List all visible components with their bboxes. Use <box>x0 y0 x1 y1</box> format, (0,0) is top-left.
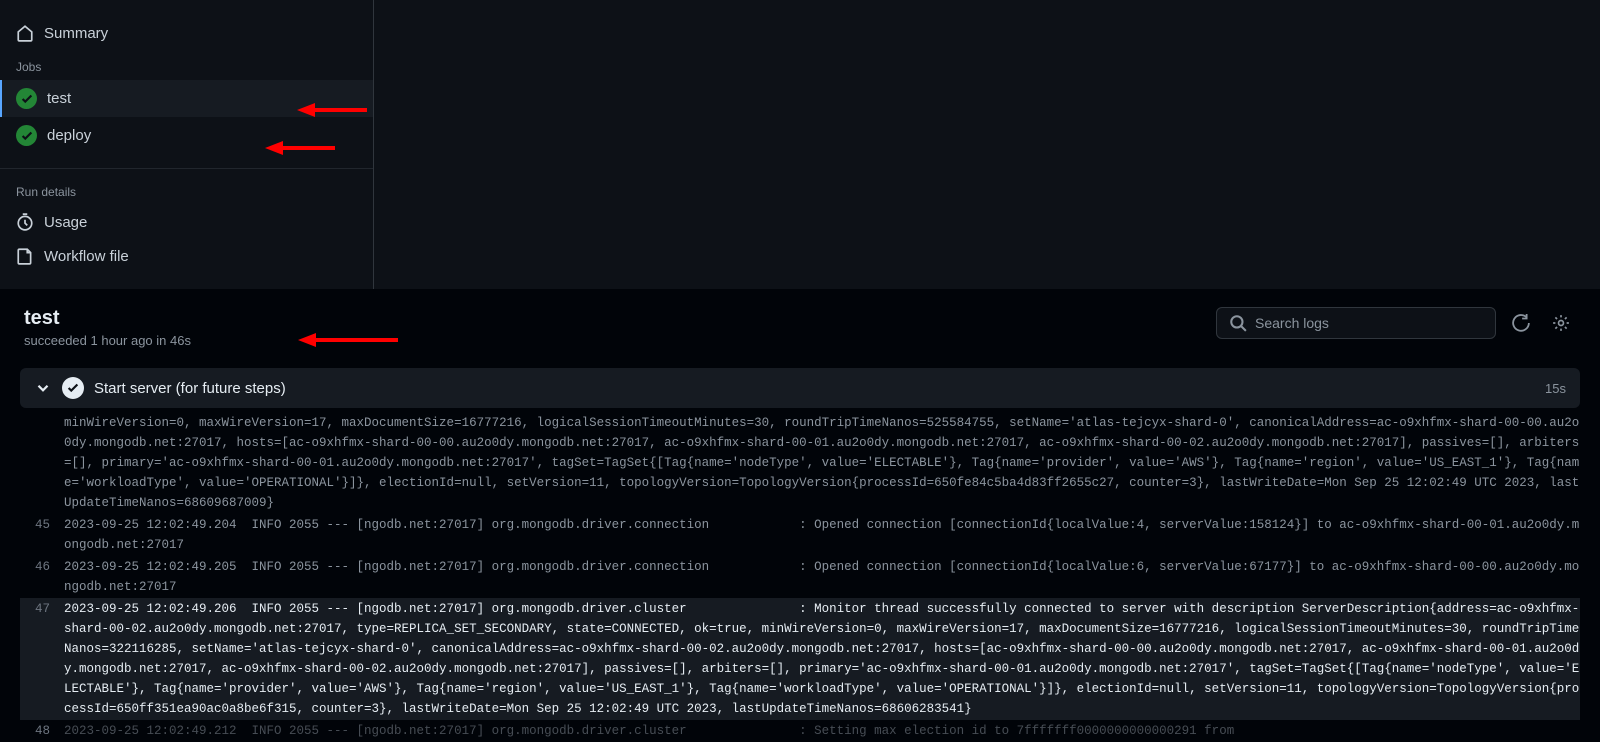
log-line[interactable]: minWireVersion=0, maxWireVersion=17, max… <box>20 412 1580 514</box>
step-duration: 15s <box>1545 381 1566 396</box>
file-icon <box>16 247 34 265</box>
log-line-text: 2023-09-25 12:02:49.206 INFO 2055 --- [n… <box>64 599 1580 719</box>
log-line-number: 47 <box>20 599 64 619</box>
sidebar: Summary Jobs test deploy Run details Usa… <box>0 0 374 289</box>
rundetails-heading: Run details <box>0 168 373 205</box>
sidebar-job-test[interactable]: test <box>0 80 373 117</box>
step-success-icon <box>62 377 84 399</box>
chevron-down-icon <box>34 379 52 397</box>
search-input[interactable] <box>1255 315 1483 331</box>
log-line[interactable]: 482023-09-25 12:02:49.212 INFO 2055 --- … <box>20 720 1580 742</box>
sync-icon <box>1512 314 1530 332</box>
success-icon <box>16 125 37 146</box>
log-line-text: 2023-09-25 12:02:49.212 INFO 2055 --- [n… <box>64 721 1580 741</box>
sidebar-job-label: test <box>47 90 71 107</box>
page-subtitle: succeeded 1 hour ago in 46s <box>24 333 191 348</box>
log-line[interactable]: 452023-09-25 12:02:49.204 INFO 2055 --- … <box>20 514 1580 556</box>
sidebar-job-deploy[interactable]: deploy <box>0 117 373 154</box>
log-line-number: 45 <box>20 515 64 535</box>
log-output[interactable]: minWireVersion=0, maxWireVersion=17, max… <box>0 408 1600 742</box>
jobs-heading: Jobs <box>0 50 373 80</box>
log-line-text: 2023-09-25 12:02:49.205 INFO 2055 --- [n… <box>64 557 1580 597</box>
sidebar-usage[interactable]: Usage <box>0 205 373 239</box>
sidebar-job-label: deploy <box>47 127 91 144</box>
search-icon <box>1229 314 1247 332</box>
search-field[interactable] <box>1216 307 1496 339</box>
sidebar-usage-label: Usage <box>44 214 87 231</box>
log-line[interactable]: 462023-09-25 12:02:49.205 INFO 2055 --- … <box>20 556 1580 598</box>
sidebar-summary-label: Summary <box>44 25 108 42</box>
settings-button[interactable] <box>1546 308 1576 338</box>
stopwatch-icon <box>16 213 34 231</box>
home-icon <box>16 24 34 42</box>
sidebar-summary[interactable]: Summary <box>0 16 373 50</box>
refresh-button[interactable] <box>1506 308 1536 338</box>
main-header: test succeeded 1 hour ago in 46s <box>0 289 1600 358</box>
step-header[interactable]: Start server (for future steps) 15s <box>20 368 1580 408</box>
log-line-number: 48 <box>20 721 64 741</box>
sidebar-workflow-file[interactable]: Workflow file <box>0 239 373 273</box>
main-panel: test succeeded 1 hour ago in 46s <box>0 289 1600 742</box>
log-line[interactable]: 472023-09-25 12:02:49.206 INFO 2055 --- … <box>20 598 1580 720</box>
gear-icon <box>1552 314 1570 332</box>
success-icon <box>16 88 37 109</box>
sidebar-workflow-label: Workflow file <box>44 248 129 265</box>
log-line-text: 2023-09-25 12:02:49.204 INFO 2055 --- [n… <box>64 515 1580 555</box>
log-line-text: minWireVersion=0, maxWireVersion=17, max… <box>64 413 1580 513</box>
step-title: Start server (for future steps) <box>94 380 286 397</box>
log-line-number: 46 <box>20 557 64 577</box>
page-title: test <box>24 307 191 330</box>
